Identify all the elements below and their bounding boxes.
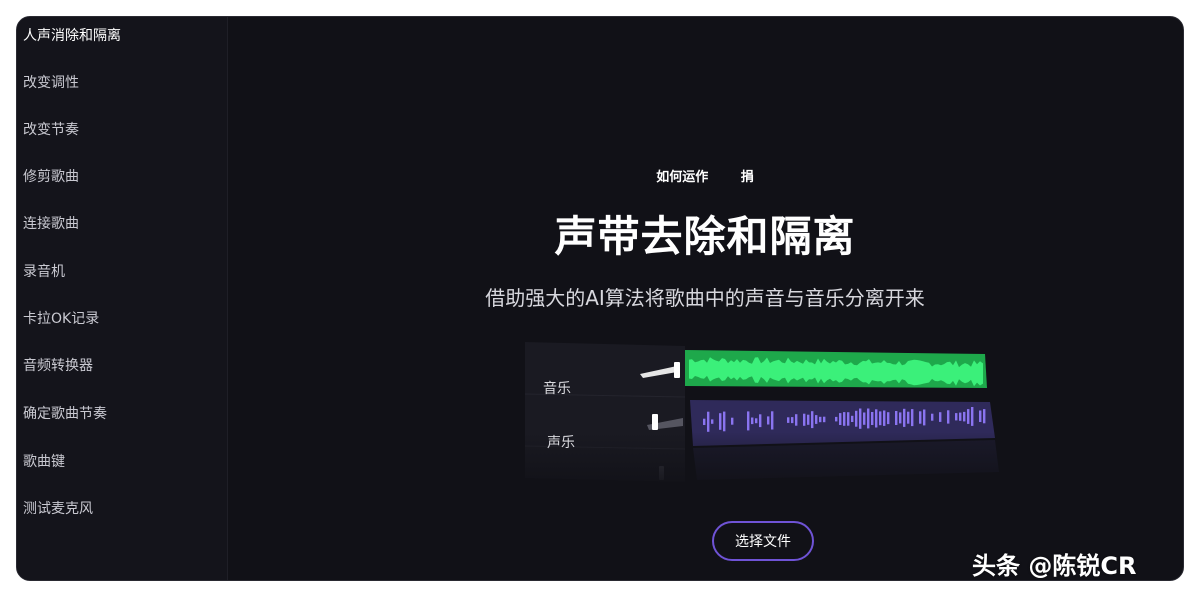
how-it-works-link[interactable]: 如何运作 [656,170,708,185]
main-content: 如何运作 捐 声带去除和隔离 借助强大的AI算法将歌曲中的声音与音乐分离开来 音… [227,17,1183,580]
sidebar-item-karaoke[interactable]: 卡拉OK记录 [23,308,99,328]
sidebar-item-joiner[interactable]: 连接歌曲 [23,213,79,233]
sidebar-item-pitch[interactable]: 改变调性 [23,72,79,92]
sidebar-item-key[interactable]: 歌曲键 [23,451,65,471]
sidebar-item-bpm[interactable]: 确定歌曲节奏 [23,403,107,423]
mixer-graphic [524,342,1005,492]
watermark: 头条 @陈锐CR [972,552,1137,580]
track-label-music: 音乐 [543,381,571,397]
sidebar-item-mic-test[interactable]: 测试麦克风 [23,498,93,518]
sidebar-item-recorder[interactable]: 录音机 [23,261,65,281]
sidebar-item-cutter[interactable]: 修剪歌曲 [23,166,79,186]
donate-link[interactable]: 捐 [741,170,754,185]
page-title: 声带去除和隔离 [554,212,856,261]
top-links: 如何运作 捐 [227,166,1183,185]
page-subtitle: 借助强大的AI算法将歌曲中的声音与音乐分离开来 [485,286,925,310]
sidebar-item-converter[interactable]: 音频转换器 [23,355,93,375]
sidebar: 人声消除和隔离 改变调性 改变节奏 修剪歌曲 连接歌曲 录音机 卡拉OK记录 音… [17,17,228,580]
choose-file-button[interactable]: 选择文件 [712,521,814,561]
mixer-illustration: 音乐 声乐 [524,342,1005,492]
app-window: 人声消除和隔离 改变调性 改变节奏 修剪歌曲 连接歌曲 录音机 卡拉OK记录 音… [16,16,1184,581]
sidebar-item-vocal-remover[interactable]: 人声消除和隔离 [23,25,121,45]
sidebar-item-tempo[interactable]: 改变节奏 [23,119,79,139]
track-label-vocals: 声乐 [547,435,575,451]
